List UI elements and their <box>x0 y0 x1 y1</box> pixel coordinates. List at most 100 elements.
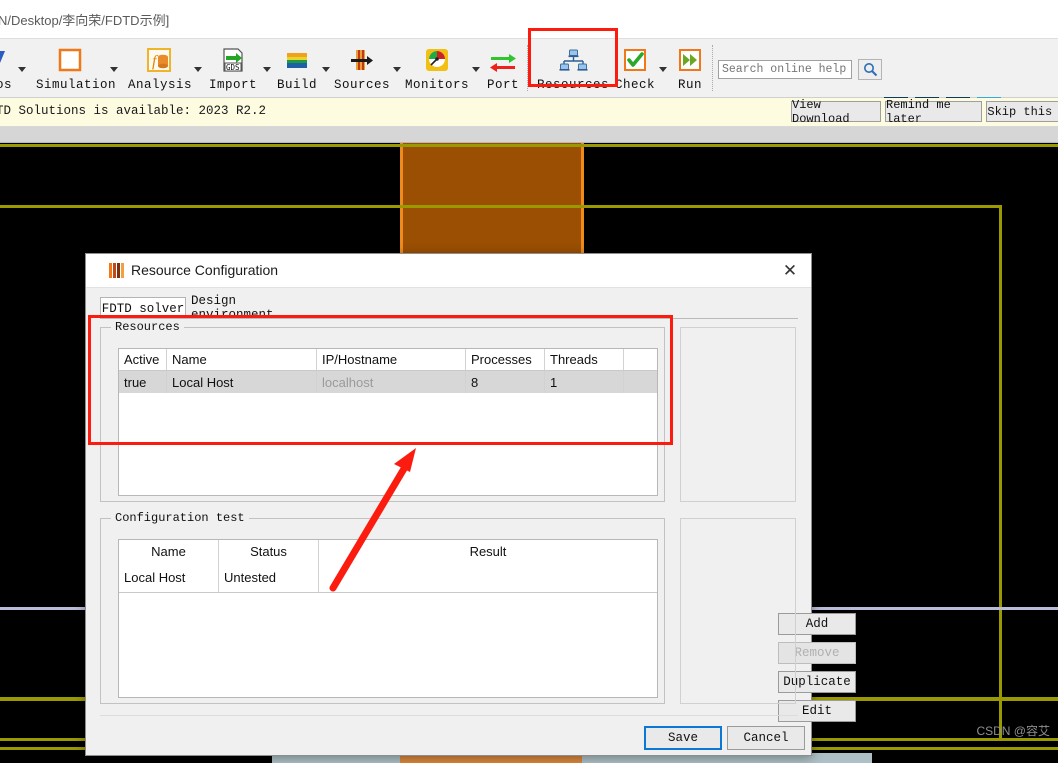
col-name: Name <box>167 349 317 370</box>
configuration-test-buttons-panel <box>680 518 796 704</box>
toolbar-separator-1 <box>527 45 529 91</box>
toolbar-caret-sources[interactable] <box>393 65 403 75</box>
tab-design-environment[interactable]: Design environment <box>190 294 320 322</box>
footer-divider <box>100 715 798 716</box>
cell-filler <box>624 371 657 393</box>
col-processes: Processes <box>466 349 545 370</box>
window-titlebar: N/Desktop/李向荣/FDTD示例] <box>0 0 1058 38</box>
grid-line-right-vertical <box>999 205 1002 741</box>
col-threads: Threads <box>545 349 624 370</box>
monitors-gauge-icon <box>405 43 469 77</box>
resources-table-header: Active Name IP/Hostname Processes Thread… <box>119 349 657 371</box>
toolbar-item-build-label: Build <box>276 78 317 92</box>
remind-me-later-button[interactable]: Remind me later <box>885 98 982 126</box>
toolbar-item-monitors[interactable]: Monitors <box>405 39 469 97</box>
resources-table[interactable]: Active Name IP/Hostname Processes Thread… <box>118 348 658 496</box>
toolbar-item-sources-label: Sources <box>334 78 391 92</box>
config-table-divider <box>119 592 657 593</box>
cell-test-result <box>319 562 657 592</box>
toolbar-item-resources-label: Resources <box>537 78 610 92</box>
col-test-name: Name <box>119 540 219 562</box>
toolbar-caret-check[interactable] <box>659 65 669 75</box>
app-window: N/Desktop/李向荣/FDTD示例] os Simulation <box>0 0 1058 763</box>
toolbar-item-port[interactable]: Port <box>483 39 523 97</box>
analysis-fx-icon: f <box>128 43 190 77</box>
toolbar-item-import-label: Import <box>208 78 257 92</box>
toolbar-item-analysis[interactable]: f Analysis <box>128 39 193 97</box>
toolbar-item-simulation[interactable]: Simulation <box>36 39 117 97</box>
toolbar-item-import[interactable]: GDS Import <box>206 39 260 97</box>
toolbar-caret-analysis[interactable] <box>194 65 204 75</box>
window-path-title: N/Desktop/李向荣/FDTD示例] <box>0 13 170 28</box>
main-toolbar: os Simulation f An <box>0 38 1058 121</box>
tab-underline <box>100 318 798 319</box>
col-active: Active <box>119 349 167 370</box>
toolbar-caret-build[interactable] <box>322 65 332 75</box>
dialog-tabs: FDTD solver Design environment <box>100 294 798 322</box>
toolbar-item-simulation-label: Simulation <box>36 78 117 92</box>
toolbar-item-run-label: Run <box>677 78 702 92</box>
magnifier-icon <box>863 63 878 77</box>
cell-ip: localhost <box>317 371 466 393</box>
col-test-result: Result <box>319 540 657 562</box>
toolbar-item-analysis-label: Analysis <box>128 78 193 92</box>
cell-active: true <box>119 371 167 393</box>
update-message: TD Solutions is available: 2023 R2.2 <box>0 104 267 118</box>
toolbar-item-os-label: os <box>0 78 12 92</box>
toolbar-bottom-strip <box>0 127 1058 143</box>
view-download-button[interactable]: View Download <box>791 98 881 126</box>
structure-edge-left <box>400 143 403 260</box>
cancel-button[interactable]: Cancel <box>727 726 805 750</box>
csdn-watermark: CSDN @容艾 <box>976 724 1050 738</box>
toolbar-caret-import[interactable] <box>263 65 273 75</box>
simulation-region-icon <box>36 43 104 77</box>
structure-edge-right <box>581 143 584 260</box>
cell-test-name: Local Host <box>119 562 219 592</box>
close-icon[interactable]: ✕ <box>777 258 803 284</box>
col-ip-hostname: IP/Hostname <box>317 349 466 370</box>
gds-import-icon: GDS <box>206 43 260 77</box>
config-test-header: Name Status Result <box>119 540 657 562</box>
resources-buttons-panel <box>680 327 796 502</box>
resources-group-legend: Resources <box>111 320 184 334</box>
resource-configuration-dialog: Resource Configuration ✕ FDTD solver Des… <box>85 253 856 756</box>
lumerical-logo-icon <box>108 262 125 279</box>
save-button[interactable]: Save <box>644 726 722 750</box>
cell-processes: 8 <box>466 371 545 393</box>
toolbar-item-check-label: Check <box>614 78 655 92</box>
toolbar-item-resources[interactable]: Resources <box>537 39 609 97</box>
update-notification-bar: TD Solutions is available: 2023 R2.2 Vie… <box>0 98 1058 127</box>
tab-fdtd-solver-label: FDTD solver <box>101 301 185 316</box>
svg-text:GDS: GDS <box>226 63 240 72</box>
sources-arrow-icon <box>334 43 388 77</box>
toolbar-caret-monitors[interactable] <box>472 65 482 75</box>
toolbar-item-sources[interactable]: Sources <box>334 39 391 97</box>
cell-name: Local Host <box>167 371 317 393</box>
toolbar-caret-simulation[interactable] <box>110 65 120 75</box>
configuration-test-legend: Configuration test <box>111 511 249 525</box>
skip-this-version-button[interactable]: Skip this v <box>986 101 1058 122</box>
dialog-title: Resource Configuration <box>131 262 279 278</box>
table-row[interactable]: true Local Host localhost 8 1 <box>119 371 657 393</box>
run-forward-icon <box>671 43 709 77</box>
check-green-icon <box>613 43 657 77</box>
search-input[interactable] <box>718 60 852 79</box>
search-button[interactable] <box>858 59 883 80</box>
grid-line-top <box>0 144 1058 147</box>
toolbar-item-check[interactable]: Check <box>613 39 657 97</box>
toolbar-item-build[interactable]: Build <box>275 39 319 97</box>
col-test-status: Status <box>219 540 319 562</box>
configuration-test-table[interactable]: Name Status Result Local Host Untested <box>118 539 658 698</box>
cell-test-status: Untested <box>219 562 319 592</box>
structure-block <box>402 143 582 260</box>
build-layers-icon <box>275 43 319 77</box>
table-row[interactable]: Local Host Untested <box>119 562 657 592</box>
toolbar-caret-os[interactable] <box>18 65 28 75</box>
tab-fdtd-solver[interactable]: FDTD solver <box>100 297 186 319</box>
resources-network-icon <box>537 43 609 77</box>
toolbar-item-run[interactable]: Run <box>671 39 709 97</box>
dialog-titlebar: Resource Configuration ✕ <box>86 254 811 288</box>
search-area <box>718 59 883 80</box>
toolbar-item-port-label: Port <box>486 78 519 92</box>
cell-threads: 1 <box>545 371 624 393</box>
